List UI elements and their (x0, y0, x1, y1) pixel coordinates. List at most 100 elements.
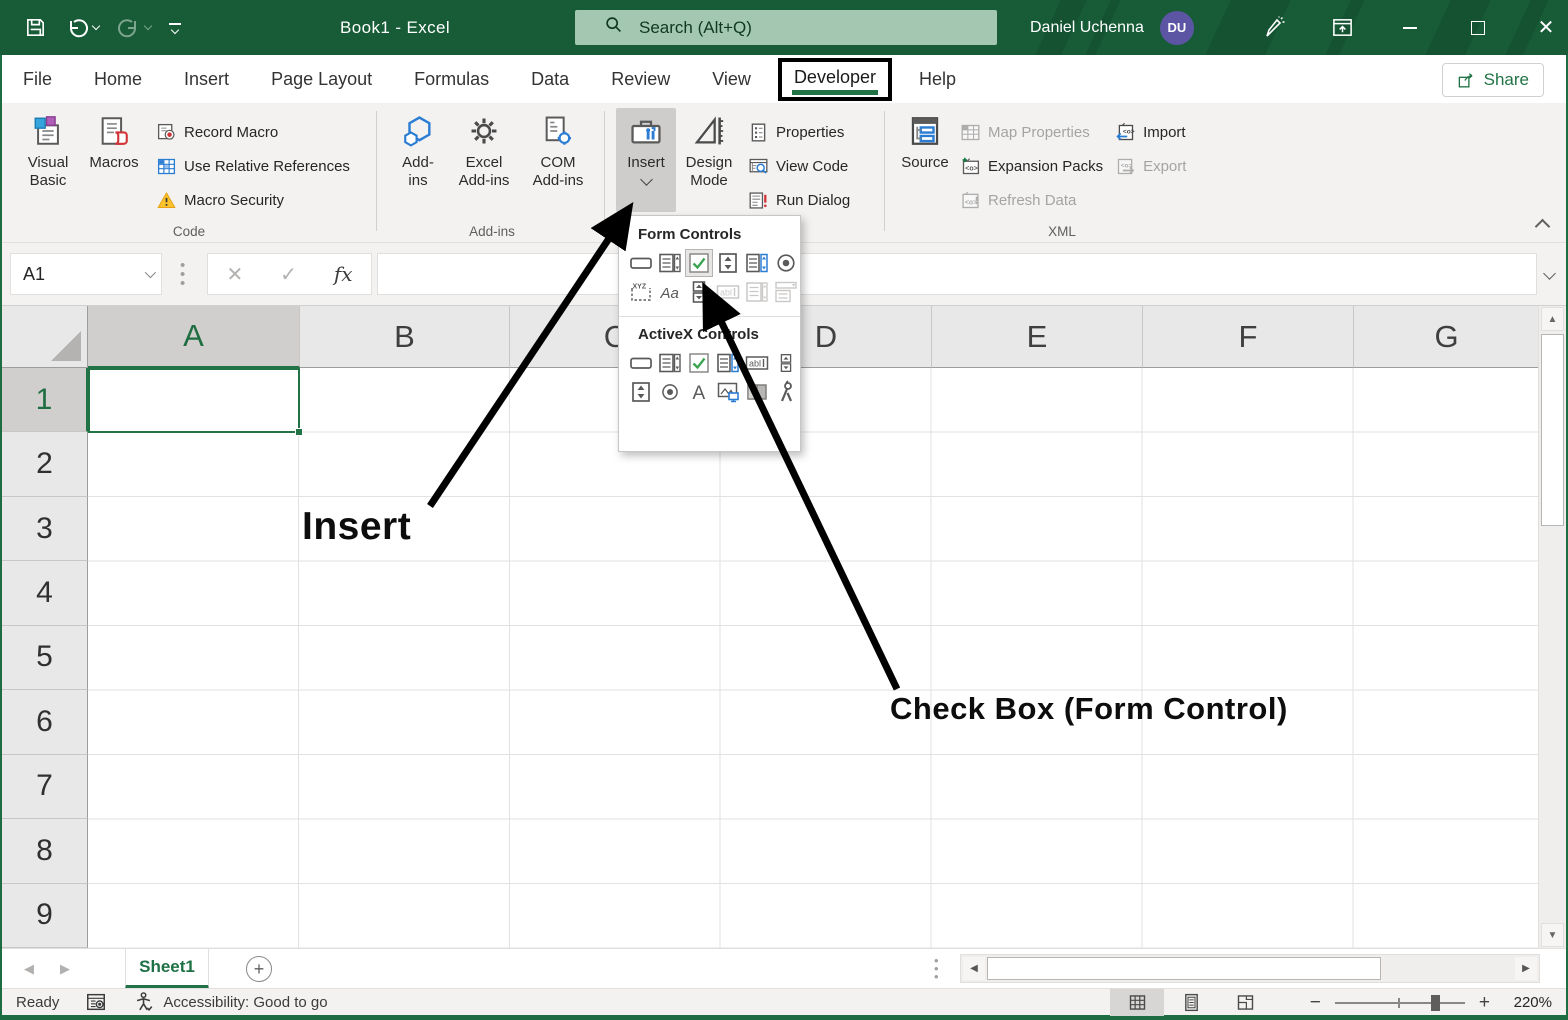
activex-text-box-icon[interactable] (744, 350, 770, 376)
macro-recording-icon[interactable] (85, 991, 107, 1013)
visual-basic-button[interactable]: Visual Basic (16, 108, 80, 212)
tab-developer[interactable]: Developer (777, 57, 892, 101)
undo-icon[interactable] (65, 16, 101, 40)
column-header-g[interactable]: G (1354, 306, 1540, 368)
properties-button[interactable]: Properties (748, 117, 850, 147)
tab-help[interactable]: Help (898, 60, 977, 99)
customize-qat-icon[interactable] (169, 22, 181, 34)
avatar[interactable]: DU (1159, 10, 1194, 45)
refresh-data-button[interactable]: Refresh Data (960, 185, 1103, 215)
view-code-button[interactable]: View Code (748, 151, 850, 181)
column-header-a[interactable]: A (88, 306, 300, 368)
scroll-left-icon[interactable]: ◀ (963, 957, 985, 980)
ribbon-display-options-icon[interactable] (1330, 16, 1354, 40)
form-check-box-icon[interactable] (685, 249, 713, 277)
form-option-button-icon[interactable] (773, 250, 799, 276)
column-header-e[interactable]: E (932, 306, 1143, 368)
scroll-right-icon[interactable]: ▶ (1515, 957, 1537, 980)
sheet-tab-sheet1[interactable]: Sheet1 (125, 949, 209, 989)
form-button-icon[interactable] (628, 250, 654, 276)
column-header-f[interactable]: F (1143, 306, 1354, 368)
maximize-button[interactable] (1466, 16, 1490, 40)
add-ins-button[interactable]: Add-ins (390, 108, 446, 212)
fill-handle[interactable] (295, 428, 303, 436)
activex-check-box-icon[interactable] (686, 350, 712, 376)
export-button[interactable]: Export (1115, 151, 1186, 181)
form-combo-box-icon[interactable] (657, 250, 683, 276)
row-header-7[interactable]: 7 (2, 754, 88, 820)
row-header-5[interactable]: 5 (2, 625, 88, 691)
activex-command-button-icon[interactable] (628, 350, 654, 376)
activex-label-icon[interactable] (686, 379, 712, 405)
tab-file[interactable]: File (2, 60, 73, 99)
activex-option-button-icon[interactable] (657, 379, 683, 405)
name-box-dropdown-icon[interactable] (144, 266, 157, 279)
activex-more-controls-icon[interactable] (773, 379, 799, 405)
horizontal-scrollbar[interactable]: ◀ ▶ (960, 954, 1540, 983)
vertical-scrollbar[interactable]: ▲ ▼ (1538, 306, 1566, 948)
form-label-icon[interactable] (657, 279, 683, 305)
design-mode-button[interactable]: Design Mode (678, 108, 740, 212)
activex-combo-box-icon[interactable] (657, 350, 683, 376)
excel-add-ins-button[interactable]: Excel Add-ins (448, 108, 520, 212)
column-header-b[interactable]: B (300, 306, 510, 368)
form-spin-button-icon[interactable] (715, 250, 741, 276)
activex-image-icon[interactable] (715, 379, 741, 405)
view-page-layout-button[interactable] (1164, 989, 1218, 1016)
sheetbar-grip[interactable]: • • • (934, 954, 939, 983)
row-header-8[interactable]: 8 (2, 819, 88, 884)
zoom-level[interactable]: 220% (1504, 994, 1552, 1011)
macros-button[interactable]: Macros (82, 108, 146, 212)
vertical-scroll-thumb[interactable] (1541, 334, 1564, 526)
tab-review[interactable]: Review (590, 60, 691, 99)
formula-input[interactable] (377, 253, 1537, 295)
sheet-nav-left-icon[interactable]: ◀ (24, 961, 34, 977)
collapse-ribbon-icon[interactable] (1534, 218, 1551, 235)
row-header-4[interactable]: 4 (2, 561, 88, 626)
map-properties-button[interactable]: Map Properties (960, 117, 1103, 147)
minimize-button[interactable] (1398, 16, 1422, 40)
form-scroll-bar-icon[interactable] (686, 279, 712, 305)
view-page-break-button[interactable] (1218, 989, 1272, 1016)
search-input[interactable]: Search (Alt+Q) (575, 10, 997, 45)
use-relative-references-button[interactable]: Use Relative References (156, 151, 350, 181)
form-group-box-icon[interactable] (628, 279, 654, 305)
tab-data[interactable]: Data (510, 60, 590, 99)
tab-insert[interactable]: Insert (163, 60, 250, 99)
tab-home[interactable]: Home (73, 60, 163, 99)
cancel-icon[interactable]: ✕ (226, 262, 243, 287)
tab-formulas[interactable]: Formulas (393, 60, 510, 99)
expansion-packs-button[interactable]: Expansion Packs (960, 151, 1103, 181)
selected-cell-a1[interactable] (88, 368, 303, 436)
row-header-1[interactable]: 1 (2, 368, 88, 433)
activex-toggle-button-icon[interactable] (744, 379, 770, 405)
save-icon[interactable] (24, 16, 47, 39)
run-dialog-button[interactable]: Run Dialog (748, 185, 850, 215)
tab-page-layout[interactable]: Page Layout (250, 60, 393, 99)
close-button[interactable]: ✕ (1534, 16, 1558, 40)
record-macro-button[interactable]: Record Macro (156, 117, 350, 147)
insert-controls-button[interactable]: Insert (616, 108, 676, 212)
feedback-pen-icon[interactable] (1262, 16, 1286, 40)
tab-view[interactable]: View (691, 60, 772, 99)
expand-formula-bar-icon[interactable] (1543, 267, 1556, 280)
new-sheet-button[interactable]: + (246, 956, 272, 982)
zoom-slider[interactable] (1334, 994, 1465, 1011)
name-box[interactable]: A1 (10, 253, 162, 295)
import-button[interactable]: Import (1115, 117, 1186, 147)
view-normal-button[interactable] (1110, 989, 1164, 1016)
sheet-nav-right-icon[interactable]: ▶ (60, 961, 70, 977)
formula-bar-grip[interactable]: • • • (180, 258, 185, 291)
macro-security-button[interactable]: Macro Security (156, 185, 350, 215)
row-header-6[interactable]: 6 (2, 690, 88, 755)
share-button[interactable]: Share (1441, 63, 1544, 97)
zoom-in-button[interactable]: + (1479, 992, 1490, 1014)
row-header-3[interactable]: 3 (2, 496, 88, 562)
row-header-2[interactable]: 2 (2, 432, 88, 497)
user-name[interactable]: Daniel Uchenna (1030, 19, 1144, 37)
cells-area[interactable] (88, 368, 1540, 948)
row-header-9[interactable]: 9 (2, 883, 88, 948)
activex-spin-button-icon[interactable] (628, 379, 654, 405)
redo-icon[interactable] (117, 16, 153, 40)
accessibility-status[interactable]: Accessibility: Good to go (133, 991, 328, 1013)
